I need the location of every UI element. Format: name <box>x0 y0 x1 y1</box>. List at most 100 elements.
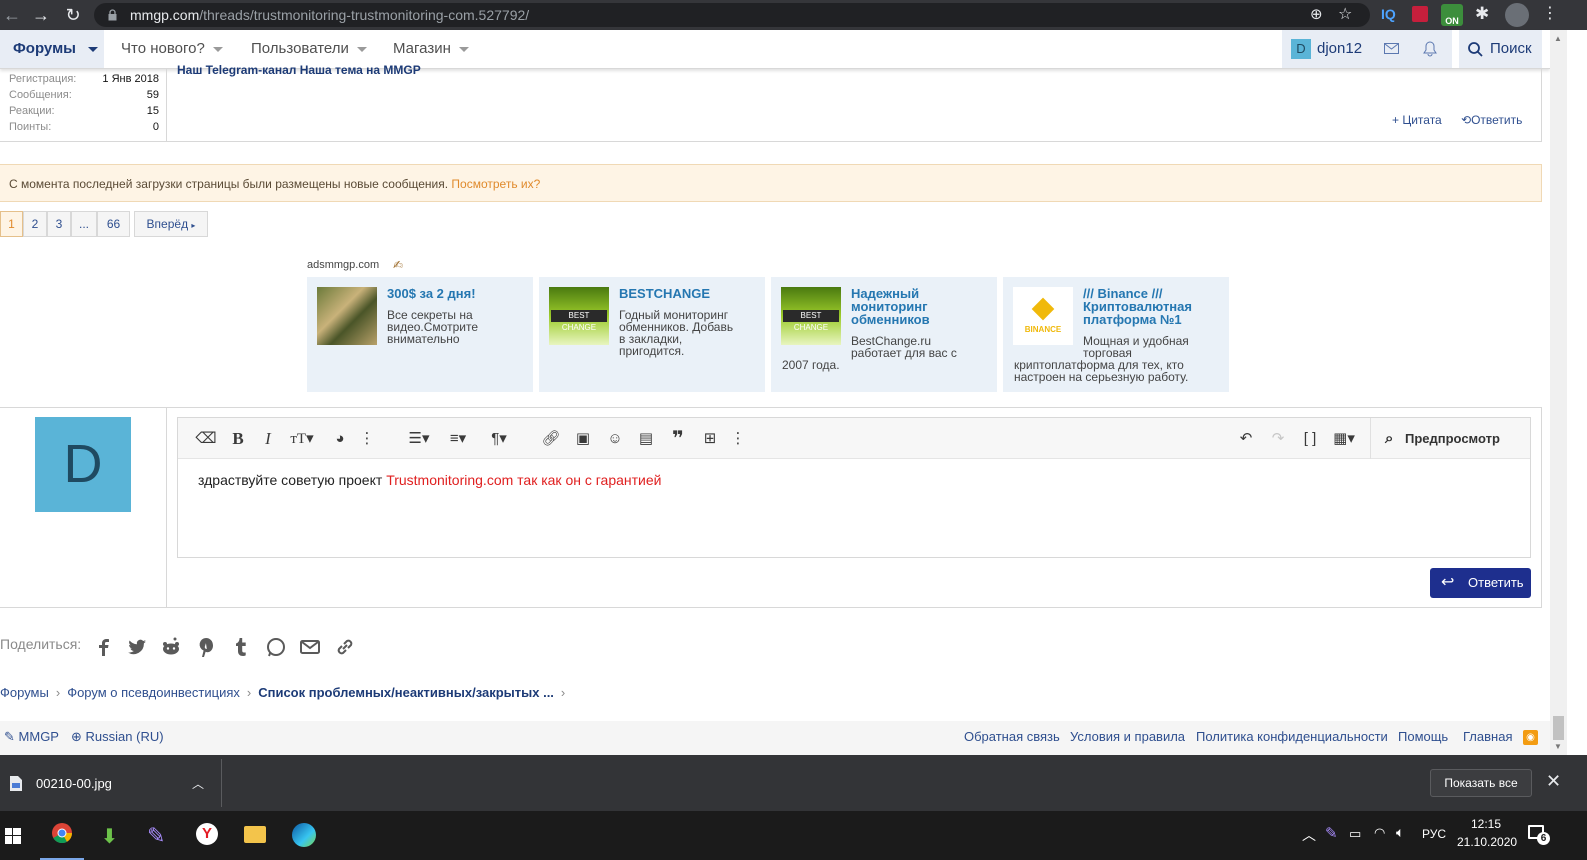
file-explorer-icon[interactable] <box>244 826 266 843</box>
view-new-messages-link[interactable]: Посмотреть их? <box>451 177 540 191</box>
language-chooser[interactable]: ⊕ Russian (RU) <box>71 729 164 745</box>
ad-title[interactable]: 300$ за 2 дня! <box>387 287 527 300</box>
scroll-thumb[interactable] <box>1553 716 1564 740</box>
reddit-icon[interactable] <box>160 636 182 658</box>
download-filename[interactable]: 00210-00.jpg <box>36 776 112 791</box>
reply-link[interactable]: ⟲Ответить <box>1461 113 1522 127</box>
add-tab-icon[interactable]: ⊕ <box>1310 5 1323 23</box>
submit-reply-button[interactable]: ↩ Ответить <box>1430 568 1531 598</box>
table-icon[interactable]: ⊞ <box>699 428 721 450</box>
ads-label[interactable]: adsmmgp.com <box>307 259 379 271</box>
scroll-up-icon[interactable]: ▲ <box>1554 34 1562 43</box>
extensions-puzzle-icon[interactable]: ✱ <box>1475 4 1489 24</box>
extension-on-icon[interactable]: ON <box>1441 4 1463 26</box>
mail-icon[interactable] <box>1384 43 1400 55</box>
search-button[interactable]: Поиск <box>1459 30 1542 68</box>
wifi-icon[interactable]: ◠ <box>1374 825 1385 841</box>
facebook-icon[interactable] <box>93 636 115 658</box>
page-link[interactable]: 66 <box>97 211 130 237</box>
drafts-icon[interactable]: ▦▾ <box>1328 428 1360 450</box>
ad-card[interactable]: BEST CHANGE BESTCHANGE Годный мониторинг… <box>539 277 765 392</box>
ad-card[interactable]: BINANCE /// Binance /// Криптовалютная п… <box>1003 277 1229 392</box>
footer-mmgp-link[interactable]: ✎ MMGP <box>4 729 59 745</box>
email-share-icon[interactable] <box>299 636 321 658</box>
rss-icon[interactable]: ◉ <box>1523 730 1538 745</box>
scroll-down-icon[interactable]: ▼ <box>1554 742 1562 751</box>
message-text[interactable]: здраствуйте советую проект Trustmonitori… <box>198 472 661 488</box>
bookmark-star-icon[interactable]: ☆ <box>1338 4 1352 24</box>
clock-time[interactable]: 12:15 <box>1471 817 1501 831</box>
font-size-icon[interactable]: тT▾ <box>285 428 319 450</box>
ad-title[interactable]: обменников <box>851 313 991 326</box>
more-vertical-icon[interactable]: ⋮ <box>356 428 378 450</box>
notifications-icon[interactable]: 6 <box>1528 823 1550 845</box>
clock-date[interactable]: 21.10.2020 <box>1457 835 1517 849</box>
windows-start-icon[interactable] <box>5 828 21 844</box>
page-link[interactable]: 1 <box>0 211 23 237</box>
download-manager-icon[interactable]: ⬇ <box>101 824 118 849</box>
post-signature[interactable]: Наш Telegram-канал Наша тема на MMGP <box>177 63 421 77</box>
media-icon[interactable]: ▤ <box>635 428 657 450</box>
show-all-downloads-button[interactable]: Показать все <box>1430 769 1532 797</box>
link-icon[interactable]: 🔗︎ <box>540 428 562 450</box>
quote-icon[interactable]: ❞ <box>667 428 689 450</box>
list-icon[interactable]: ☰▾ <box>403 428 435 450</box>
ad-card[interactable]: BEST CHANGE Надежный мониторинг обменник… <box>771 277 997 392</box>
twitter-icon[interactable] <box>126 636 148 658</box>
taskbar-chrome[interactable] <box>40 811 84 860</box>
tray-chevron-up-icon[interactable]: ︿ <box>1302 825 1316 845</box>
tumblr-icon[interactable] <box>230 636 252 658</box>
footer-link[interactable]: Обратная связь <box>964 729 1060 744</box>
quote-button[interactable]: + Цитата <box>1392 113 1442 127</box>
tab-forums[interactable]: Форумы <box>0 30 104 68</box>
edge-icon[interactable] <box>292 823 316 847</box>
tray-app-icon[interactable]: ✎ <box>1325 824 1338 842</box>
page-scrollbar[interactable]: ▲ ▼ <box>1550 30 1567 755</box>
page-link[interactable]: 3 <box>47 211 71 237</box>
breadcrumb-item[interactable]: Форум о псевдоинвестициях <box>67 685 240 700</box>
ad-title[interactable]: BESTCHANGE <box>619 287 759 300</box>
page-link[interactable]: 2 <box>23 211 47 237</box>
battery-icon[interactable]: ▭ <box>1349 826 1361 842</box>
feather-app-icon[interactable]: ✎ <box>147 823 165 849</box>
paragraph-icon[interactable]: ¶▾ <box>483 428 515 450</box>
footer-link[interactable]: Помощь <box>1398 729 1448 744</box>
close-icon[interactable]: ✕ <box>1546 771 1561 792</box>
bell-icon[interactable] <box>1423 41 1437 57</box>
extension-pocket-icon[interactable] <box>1412 6 1428 22</box>
forward-icon[interactable]: → <box>31 5 51 25</box>
redo-icon[interactable]: ↷ <box>1267 428 1289 450</box>
user-avatar[interactable]: D <box>35 417 131 512</box>
align-icon[interactable]: ≡▾ <box>442 428 474 450</box>
italic-icon[interactable]: I <box>257 428 279 450</box>
ad-title[interactable]: платформа №1 <box>1083 313 1223 326</box>
preview-button[interactable]: ⌕ Предпросмотр <box>1370 418 1530 459</box>
footer-link[interactable]: Политика конфиденциальности <box>1196 729 1388 744</box>
undo-icon[interactable]: ↶ <box>1235 428 1257 450</box>
reply-editor[interactable]: ⌫ B I тT▾ ◕ ⋮ ☰▾ ≡▾ ¶▾ 🔗︎ ▣ ☺ ▤ ❞ ⊞ ⋮ ↶ … <box>177 417 1531 558</box>
breadcrumb-item[interactable]: Форумы <box>0 685 49 700</box>
smiley-icon[interactable]: ☺ <box>604 428 626 450</box>
footer-link[interactable]: Условия и правила <box>1070 729 1185 744</box>
back-icon[interactable]: ← <box>2 5 22 25</box>
reload-icon[interactable]: ↻ <box>63 5 83 25</box>
volume-icon[interactable]: 🔈︎ <box>1396 824 1404 841</box>
address-bar[interactable]: mmgp.com/threads/trustmonitoring-trustmo… <box>94 3 1370 27</box>
profile-avatar[interactable] <box>1505 3 1529 27</box>
image-icon[interactable]: ▣ <box>572 428 594 450</box>
clear-format-icon[interactable]: ⌫ <box>195 428 217 450</box>
keyboard-language[interactable]: РУС <box>1422 827 1446 841</box>
more-vertical-icon[interactable]: ⋮ <box>727 428 749 450</box>
whatsapp-icon[interactable] <box>265 636 287 658</box>
menu-dots-icon[interactable]: ⋮ <box>1542 3 1558 23</box>
page-ellipsis[interactable]: ... <box>71 211 97 237</box>
palette-icon[interactable]: ◕ <box>329 428 351 450</box>
link-share-icon[interactable] <box>334 636 356 658</box>
pinterest-icon[interactable] <box>195 636 217 658</box>
footer-link[interactable]: Главная <box>1463 729 1512 744</box>
toggle-bbcode-icon[interactable]: [ ] <box>1299 428 1321 450</box>
next-page-button[interactable]: Вперёд ▸ <box>134 211 208 237</box>
breadcrumb-item[interactable]: Список проблемных/неактивных/закрытых ..… <box>258 685 554 700</box>
extension-iq-icon[interactable]: IQ <box>1381 6 1396 22</box>
bold-icon[interactable]: B <box>227 428 249 450</box>
